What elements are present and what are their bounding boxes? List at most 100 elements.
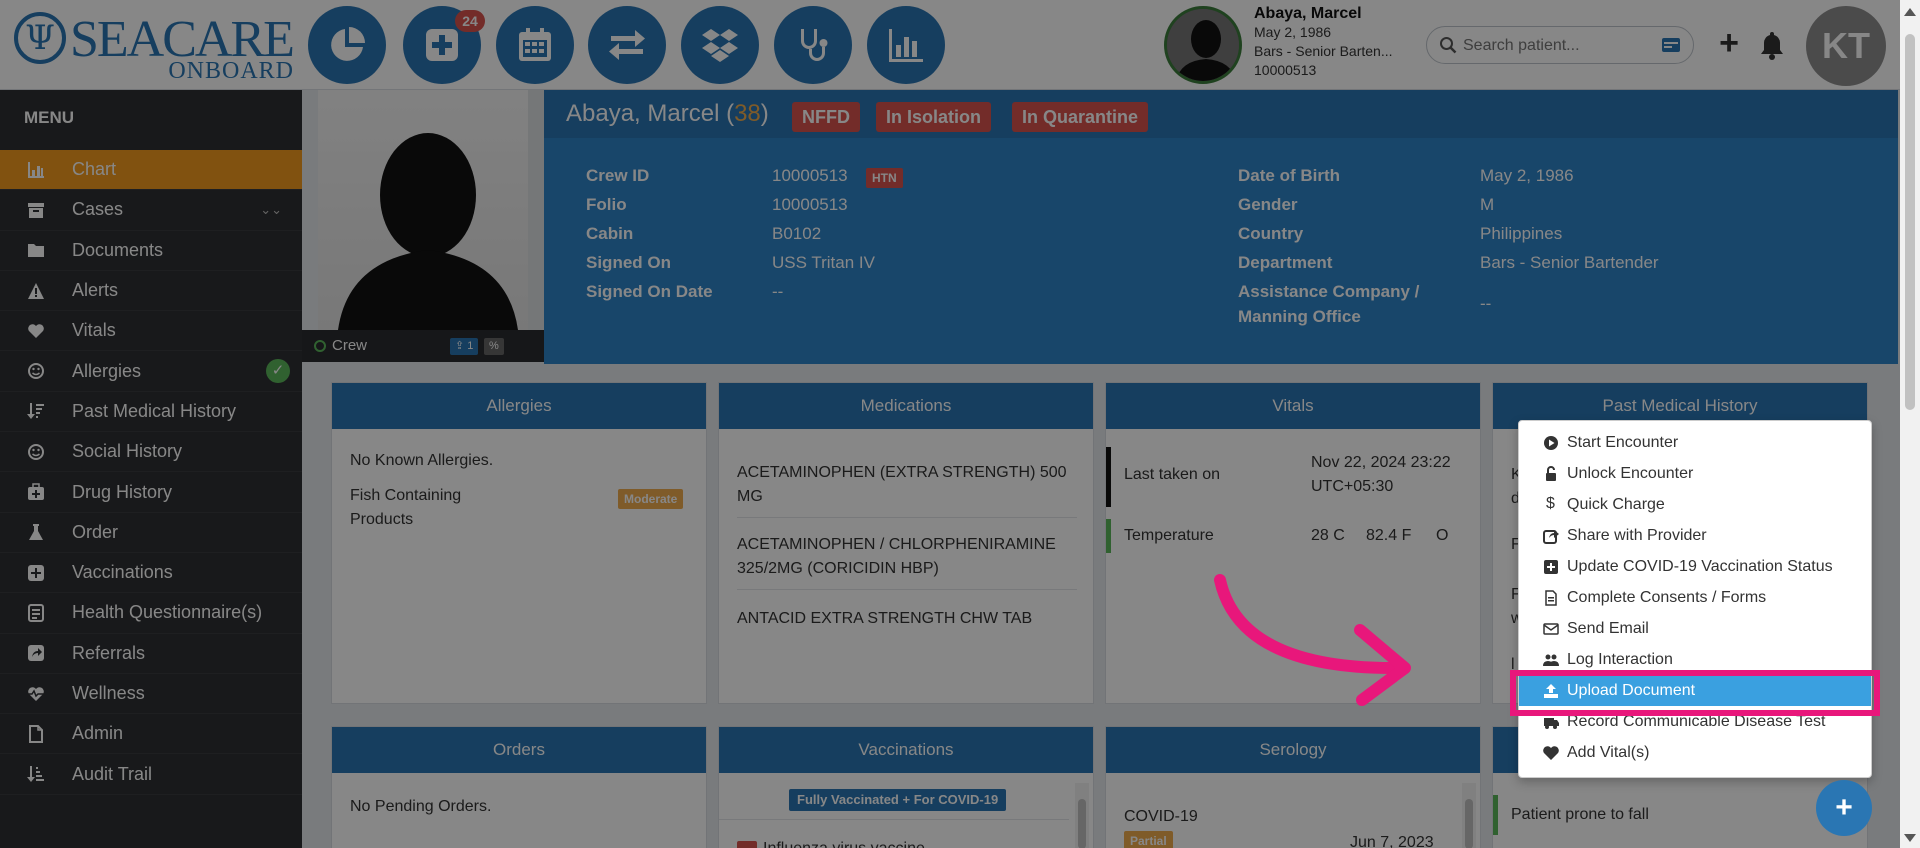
vital-indicator [1106,447,1111,507]
app-logo[interactable]: Ψ SEACARE ONBOARD [14,10,295,84]
value-cabin: B0102 [772,224,822,243]
sidebar-item-audit-trail[interactable]: Audit Trail [0,754,302,795]
new-case-button[interactable]: 24 [403,6,485,84]
logo-subtext: ONBOARD [168,58,294,84]
menu-item-send-email[interactable]: Send Email [1519,613,1871,644]
sidebar-item-past-medical-history[interactable]: Past Medical History [0,392,302,433]
unlock-icon [1546,466,1556,481]
person-silhouette-icon [338,133,518,330]
page-scrollbar[interactable] [1900,0,1920,848]
patient-header: Abaya, Marcel (38) NFFD In Isolation In … [544,90,1898,364]
bell-icon[interactable] [1758,30,1786,60]
link-icon[interactable]: % [484,338,504,355]
photo-caption: Crew ⇪ 1 % [302,330,544,362]
menu-item-share-with-provider[interactable]: Share with Provider [1519,520,1871,551]
scrollbar-thumb[interactable] [1905,34,1915,410]
serology-card: Serology COVID-19 Partial Jun 7, 2023 [1105,726,1481,848]
vaccinations-card-title[interactable]: Vaccinations [719,727,1093,773]
vaccinations-scrollbar[interactable] [1075,783,1089,848]
value-crew-id: 10000513 [772,166,848,185]
medical-button[interactable] [774,6,852,84]
menu-item-start-encounter[interactable]: Start Encounter [1519,427,1871,458]
menu-item-update-covid-vaccination[interactable]: Update COVID-19 Vaccination Status [1519,551,1871,582]
temperature-f: 82.4 F [1366,527,1412,544]
patient-avatar[interactable] [1164,6,1242,84]
patient-photo[interactable] [318,90,528,330]
plus-square-icon [26,563,46,583]
sidebar-item-vitals[interactable]: Vitals [0,311,302,352]
allergies-card-title[interactable]: Allergies [332,383,706,429]
sidebar-item-label: Referrals [72,642,146,663]
patient-summary-dob: May 2, 1986 [1254,24,1332,40]
exchange-icon [609,30,645,60]
vitals-card-title[interactable]: Vitals [1106,383,1480,429]
sidebar-item-allergies[interactable]: Allergies ✓ [0,351,302,392]
heartbeat-icon [26,684,46,704]
sidebar-item-alerts[interactable]: Alerts [0,271,302,312]
sidebar-item-vaccinations[interactable]: Vaccinations [0,553,302,594]
sidebar-item-order[interactable]: Order [0,513,302,553]
sidebar-item-health-questionnaires[interactable]: Health Questionnaire(s) [0,593,302,634]
sidebar-item-cases[interactable]: Cases ⌄⌄ [0,190,302,231]
sidebar-item-label: Cases [72,199,124,220]
value-gender: M [1480,195,1495,214]
scroll-up-arrow-icon[interactable] [1904,8,1916,16]
sidebar-item-documents[interactable]: Documents [0,231,302,271]
scroll-down-arrow-icon[interactable] [1904,834,1916,842]
label-folio: Folio [586,195,627,214]
menu-item-label: Unlock Encounter [1567,465,1694,482]
sidebar-item-referrals[interactable]: Referrals [0,634,302,674]
menu-item-quick-charge[interactable]: $ Quick Charge [1519,489,1871,520]
top-bar: Ψ SEACARE ONBOARD 24 Abaya, Marcel May 2… [0,0,1900,90]
patient-age: 38 [734,100,761,127]
label-gender: Gender [1238,195,1298,214]
serology-scrollbar[interactable] [1462,783,1476,848]
vaccination-status-badge: Fully Vaccinated + For COVID-19 [789,789,1007,811]
search-input[interactable] [1463,35,1653,57]
share-count: 1 [467,340,474,352]
dropbox-button[interactable] [681,6,759,84]
status-badge-nffd[interactable]: NFFD [792,102,860,132]
menu-title: MENU [24,108,75,127]
actions-menu: Start Encounter Unlock Encounter $ Quick… [1518,420,1872,778]
id-card-icon[interactable] [1661,37,1681,53]
notification-badge: 24 [455,10,485,32]
chevron-down-icon[interactable]: ⌄⌄ [260,202,282,218]
sidebar-item-chart[interactable]: Chart [0,150,302,191]
menu-item-complete-consents[interactable]: Complete Consents / Forms [1519,582,1871,613]
menu-item-label: Quick Charge [1567,496,1665,513]
menu-item-label: Start Encounter [1567,434,1679,451]
medkit-icon [26,482,46,502]
orders-card-title[interactable]: Orders [332,727,706,773]
status-badge-quarantine[interactable]: In Quarantine [1012,102,1149,132]
sidebar-item-drug-history[interactable]: Drug History [0,472,302,513]
sidebar-item-admin[interactable]: Admin [0,714,302,755]
medication-item: ACETAMINOPHEN (EXTRA STRENGTH) 500 MG [737,464,1067,505]
form-icon [26,603,46,623]
smile-icon [26,442,46,462]
sidebar-item-social-history[interactable]: Social History [0,432,302,473]
serology-card-title[interactable]: Serology [1106,727,1480,773]
dashboard-button[interactable] [308,6,386,84]
add-icon[interactable]: + [1714,26,1744,60]
patient-search[interactable] [1426,26,1694,64]
user-avatar[interactable]: KT [1806,6,1886,86]
share-count-badge[interactable]: ⇪ 1 [450,338,479,355]
calendar-button[interactable] [496,6,574,84]
sidebar-item-wellness[interactable]: Wellness [0,674,302,715]
reports-button[interactable] [867,6,945,84]
value-assistance-company: -- [1480,294,1492,313]
medications-card-title[interactable]: Medications [719,383,1093,429]
label-manning-office: Manning Office [1238,307,1361,326]
menu-item-add-vitals[interactable]: Add Vital(s) [1519,737,1871,768]
transfer-button[interactable] [588,6,666,84]
app-root: Ψ SEACARE ONBOARD 24 Abaya, Marcel May 2… [0,0,1920,848]
patient-summary[interactable]: Abaya, Marcel May 2, 1986 Bars - Senior … [1254,4,1393,80]
menu-item-unlock-encounter[interactable]: Unlock Encounter [1519,458,1871,489]
status-badge-isolation[interactable]: In Isolation [876,102,992,132]
temperature-label: Temperature [1124,527,1214,544]
sidebar-item-label: Order [72,521,119,542]
smile-icon [26,361,46,381]
floating-add-button[interactable]: + [1816,780,1872,836]
sidebar-item-label: Alerts [72,280,119,301]
